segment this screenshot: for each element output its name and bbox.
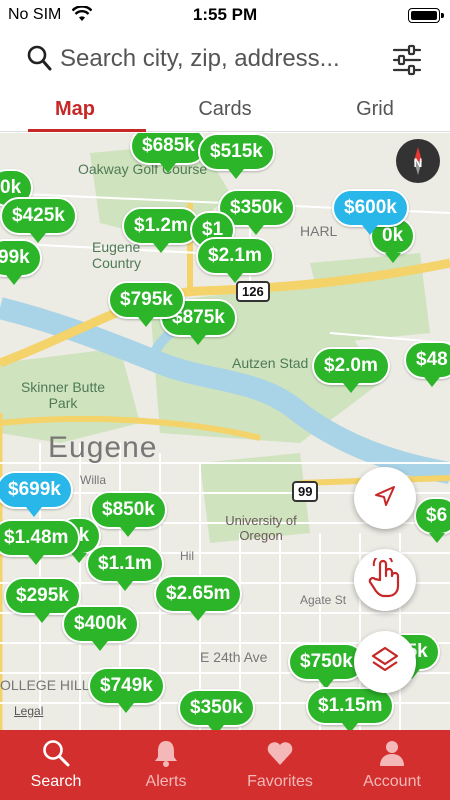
price-pin[interactable]: $400k [62,605,139,651]
nav-search[interactable]: Search [0,730,112,800]
price-pin[interactable]: $48 [404,341,450,387]
price-pin[interactable]: $850k [90,491,167,537]
price-pin[interactable]: 99k [0,239,42,285]
price-pin[interactable]: $2.0m [312,347,390,393]
price-pin[interactable]: $699k [0,471,73,517]
clock: 1:55 PM [192,5,258,24]
nav-alerts-label: Alerts [145,773,187,790]
price-pin[interactable]: $795k [108,281,185,327]
price-pin[interactable]: $2.65m [154,575,243,621]
price-pin[interactable]: $685k [130,133,207,173]
price-pin[interactable]: $515k [198,133,275,179]
price-pin[interactable]: $749k [88,667,165,713]
person-icon [377,738,407,768]
search-input[interactable]: Search city, zip, address... [60,45,380,73]
nav-alerts[interactable]: Alerts [110,730,222,800]
layers-icon [370,645,400,680]
price-pin[interactable]: $425k [0,197,77,243]
map-label-24th: E 24th Ave [200,649,268,665]
nav-account[interactable]: Account [336,730,448,800]
price-pin[interactable]: $1.48m [0,519,81,565]
nav-search-label: Search [30,773,82,790]
price-pin[interactable]: $6 [414,497,450,543]
view-tabs: Map Cards Grid [0,88,450,132]
tab-cards[interactable]: Cards [150,88,300,132]
nav-favorites[interactable]: Favorites [224,730,336,800]
price-pin[interactable]: $1.2m [122,207,200,253]
battery-icon [408,8,444,23]
map-label-college-hill: OLLEGE HILL [0,677,90,693]
bell-icon [151,738,181,768]
nav-account-label: Account [363,773,421,790]
compass-icon[interactable]: N [396,139,440,183]
compass-label: N [413,156,423,170]
price-pin[interactable]: $350k [178,689,255,730]
map-label-harl: HARL [300,223,338,239]
price-pin[interactable]: $2.1m [196,237,274,283]
nav-favorites-label: Favorites [247,773,313,790]
map-label-autzen: Autzen Stad [232,355,309,371]
map-label-uo: University of Oregon [225,513,297,543]
route-126-shield: 126 [236,281,270,302]
bottom-nav: Search Alerts Favorites Account [0,730,450,800]
legal-link[interactable]: Legal [14,704,43,718]
map-label-willa: Willa [80,473,106,487]
search-icon [26,44,52,77]
tab-grid[interactable]: Grid [300,88,450,132]
price-pin[interactable]: $1.1m [86,545,164,591]
locate-me-button[interactable] [354,467,416,529]
hand-pointer-icon [368,553,402,603]
search-icon [41,738,71,768]
map-label-agate: Agate St [300,593,347,607]
tab-map[interactable]: Map [0,88,150,132]
status-bar: No SIM 1:55 PM [0,0,450,32]
map-layers-button[interactable] [354,631,416,693]
map-label-city: Eugene [48,431,158,464]
filter-sliders-icon[interactable] [392,44,422,81]
location-arrow-icon [373,484,397,513]
map-label-skinner: Skinner Butte Park [20,379,106,411]
price-pin[interactable]: $600k [332,189,409,235]
draw-search-button[interactable] [354,549,416,611]
route-99-shield: 99 [292,481,319,502]
map-view[interactable]: Oakway Golf Course HARL Eugene Country A… [0,133,450,730]
search-bar: Search city, zip, address... [0,32,450,88]
map-label-hil: Hil [180,549,194,563]
heart-icon [265,738,295,768]
